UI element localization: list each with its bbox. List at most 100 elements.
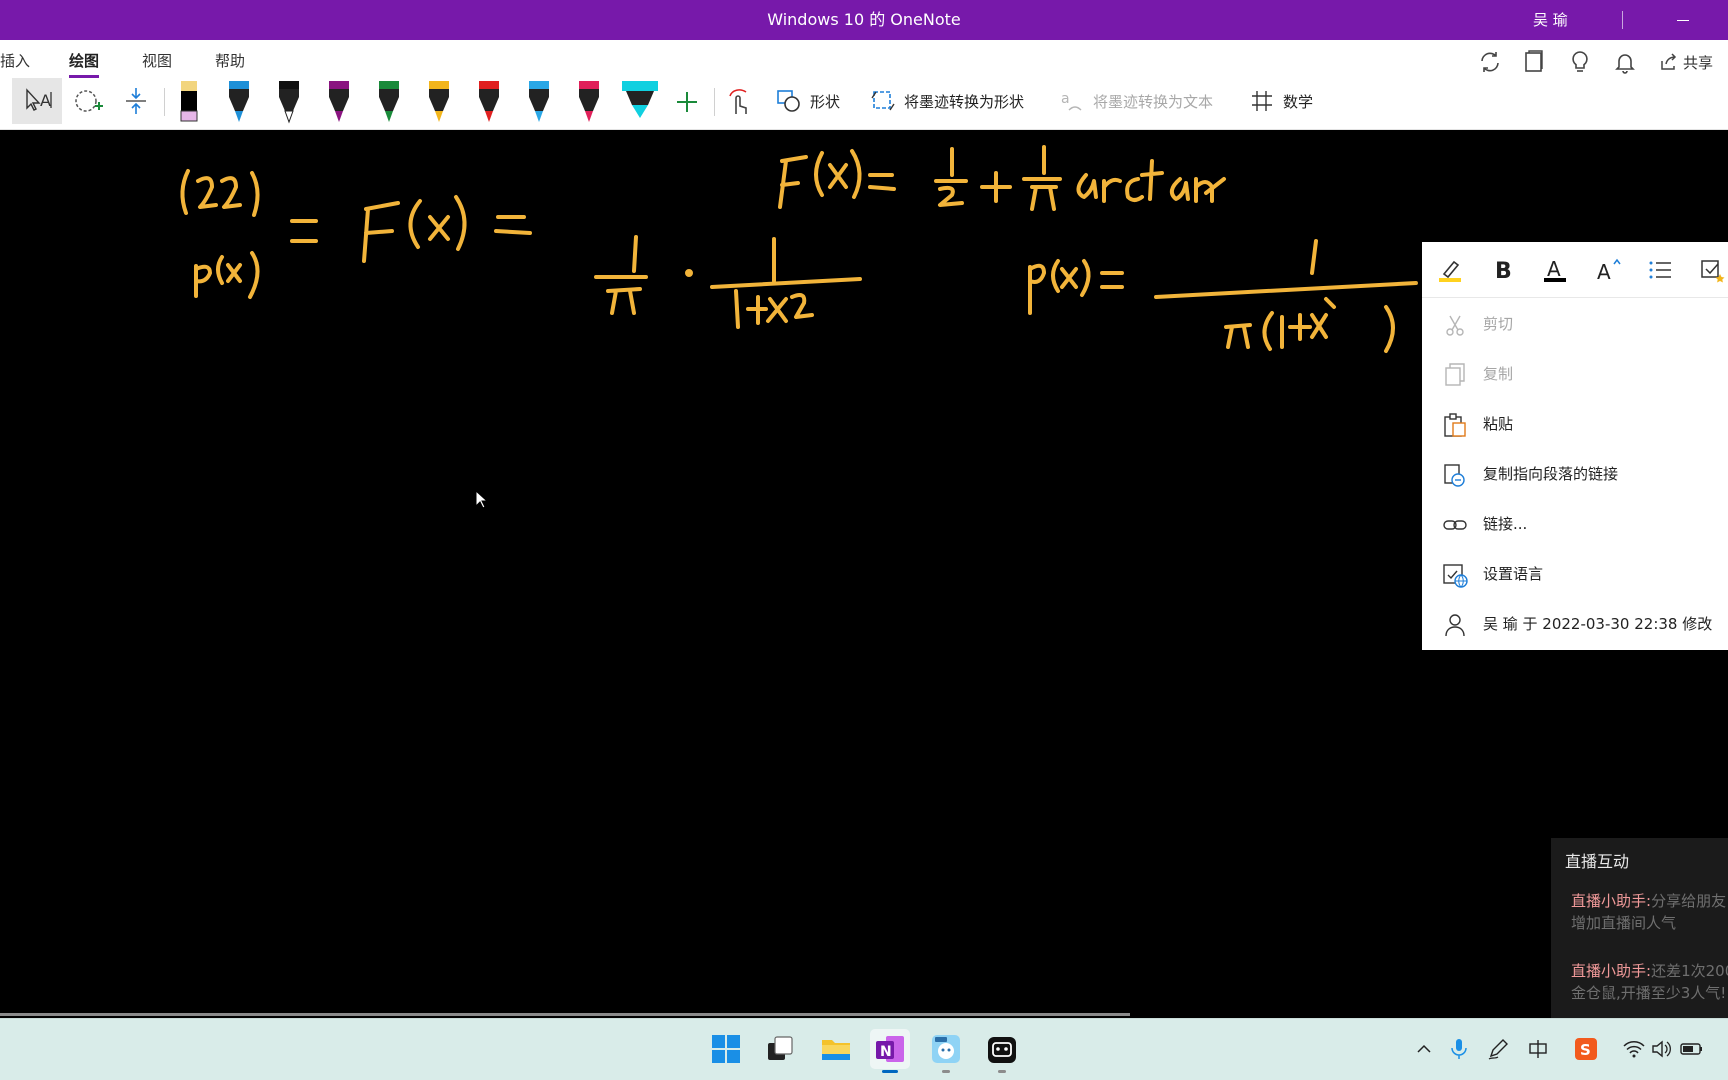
menu-item-paste[interactable]: 粘贴: [1422, 400, 1728, 448]
shapes-button[interactable]: 形状: [776, 84, 840, 118]
pen-icon: [229, 81, 249, 122]
highlighter-icon: [622, 81, 658, 118]
volume-icon[interactable]: [1650, 1037, 1674, 1061]
chevron-up-icon[interactable]: [1412, 1037, 1436, 1061]
menu-item-link[interactable]: 链接...: [1422, 500, 1728, 548]
microphone-icon[interactable]: [1447, 1037, 1471, 1061]
menu-item-label: 剪切: [1483, 315, 1514, 333]
menu-item-label: 复制: [1483, 365, 1514, 383]
pen-icon[interactable]: [1486, 1037, 1510, 1061]
tab-help[interactable]: 帮助: [215, 50, 245, 71]
pen-black[interactable]: [273, 80, 305, 124]
lasso-select-tool[interactable]: [66, 78, 110, 124]
share-icon: [1661, 53, 1677, 70]
bullets-button[interactable]: [1644, 254, 1676, 286]
minimize-button[interactable]: [1670, 10, 1696, 30]
highlight-button[interactable]: [1434, 254, 1466, 286]
insert-space-icon: [126, 88, 146, 114]
menu-item-label: 粘贴: [1483, 415, 1514, 433]
link-icon: [1443, 520, 1467, 530]
tab-view[interactable]: 视图: [142, 50, 172, 71]
pen-icon: [279, 81, 299, 124]
svg-text:A: A: [40, 91, 51, 110]
task-view-icon: [768, 1036, 793, 1060]
sogou-ime-icon[interactable]: S: [1574, 1037, 1598, 1061]
menu-item-copy[interactable]: 复制: [1422, 350, 1728, 398]
bold-button[interactable]: B: [1487, 254, 1519, 286]
lightbulb-icon[interactable]: [1566, 48, 1594, 76]
context-menu: B A A 剪切 复制 粘贴 复制指向段落的链接 链接... 设置语言 吴 瑜 …: [1422, 242, 1728, 650]
pen-light-blue[interactable]: [523, 80, 555, 124]
sync-icon[interactable]: [1476, 48, 1504, 76]
shapes-label: 形状: [810, 92, 841, 111]
windows-logo-icon: [712, 1035, 740, 1063]
menu-item-label: 设置语言: [1483, 565, 1544, 583]
finger-draw-icon: [729, 89, 747, 114]
pen-icon: [529, 81, 549, 122]
lasso-type-select-tool[interactable]: A: [12, 78, 62, 124]
font-color-button[interactable]: A: [1539, 254, 1571, 286]
ink-to-text-button[interactable]: a 将墨迹转换为文本: [1059, 84, 1213, 118]
shapes-icon: [777, 90, 800, 112]
tab-draw[interactable]: 绘图: [69, 50, 100, 78]
notebooks-icon[interactable]: [1520, 48, 1548, 76]
chat-sender: 直播小助手:: [1571, 962, 1652, 980]
add-space-tool[interactable]: [114, 78, 158, 124]
input-method-icon[interactable]: [1526, 1037, 1550, 1061]
ink-to-shape-button[interactable]: 将墨迹转换为形状: [870, 84, 1024, 118]
menu-item-cut[interactable]: 剪切: [1422, 300, 1728, 348]
font-size-button[interactable]: A: [1592, 254, 1624, 286]
bold-icon: B: [1495, 259, 1512, 284]
svg-text:a: a: [1061, 91, 1070, 107]
pen-icon: [379, 81, 399, 122]
mouse-cursor-icon: [475, 490, 489, 509]
pen-blue[interactable]: [223, 80, 255, 124]
plus-icon: [677, 92, 697, 112]
tab-insert[interactable]: 插入: [0, 50, 30, 71]
share-button[interactable]: 共享: [1658, 48, 1713, 76]
menu-item-set-language[interactable]: 设置语言: [1422, 550, 1728, 598]
add-pen-button[interactable]: [671, 80, 703, 124]
bullet-list-icon: [1649, 261, 1671, 279]
window-title: Windows 10 的 OneNote: [767, 10, 961, 29]
wifi-icon[interactable]: [1622, 1037, 1646, 1061]
highlighter-cyan[interactable]: [622, 80, 658, 124]
copy-icon: [1445, 363, 1465, 386]
streaming-app-button[interactable]: [982, 1029, 1022, 1073]
pen-green[interactable]: [373, 80, 405, 124]
pen-icon: [579, 81, 599, 122]
todo-tag-button[interactable]: [1696, 254, 1728, 286]
copy-link-icon: [1444, 464, 1465, 487]
user-name[interactable]: 吴 瑜: [1533, 0, 1568, 40]
task-view-button[interactable]: [760, 1029, 800, 1069]
person-icon: [1445, 614, 1465, 637]
checkbox-star-icon: [1701, 260, 1725, 283]
pen-pink[interactable]: [573, 80, 605, 124]
ink-to-shape-label: 将墨迹转换为形状: [904, 92, 1025, 111]
pen-icon: [180, 81, 198, 122]
math-label: 数学: [1283, 92, 1314, 111]
pen-red[interactable]: [473, 80, 505, 124]
touch-draw-button[interactable]: [724, 80, 756, 124]
svg-text:A: A: [1547, 257, 1561, 281]
pen-icon: [429, 81, 449, 122]
live-app-button[interactable]: [926, 1029, 966, 1073]
bell-icon[interactable]: [1611, 48, 1639, 76]
pen-purple[interactable]: [323, 80, 355, 124]
svg-text:S: S: [1580, 1041, 1591, 1059]
menu-item-copy-paragraph-link[interactable]: 复制指向段落的链接: [1422, 450, 1728, 498]
horizontal-scrollbar[interactable]: [0, 1013, 1130, 1016]
scissors-icon: [1446, 315, 1464, 336]
file-explorer-button[interactable]: [816, 1029, 856, 1069]
math-button[interactable]: 数学: [1249, 84, 1313, 118]
pen-black-highlighter[interactable]: [173, 80, 205, 124]
ribbon: 插入 绘图 视图 帮助 共享 A 形状 将墨迹转换为形状 a 将墨迹转换为文本 …: [0, 40, 1728, 130]
menu-item-author-info: 吴 瑜 于 2022-03-30 22:38 修改: [1422, 600, 1728, 648]
ink-to-shape-icon: [871, 91, 895, 111]
mini-format-toolbar: B A A: [1422, 242, 1728, 298]
battery-icon[interactable]: [1680, 1037, 1704, 1061]
onenote-taskbar-button[interactable]: N: [870, 1029, 910, 1073]
running-indicator: [942, 1070, 950, 1073]
pen-yellow[interactable]: [423, 80, 455, 124]
start-button[interactable]: [706, 1029, 746, 1069]
